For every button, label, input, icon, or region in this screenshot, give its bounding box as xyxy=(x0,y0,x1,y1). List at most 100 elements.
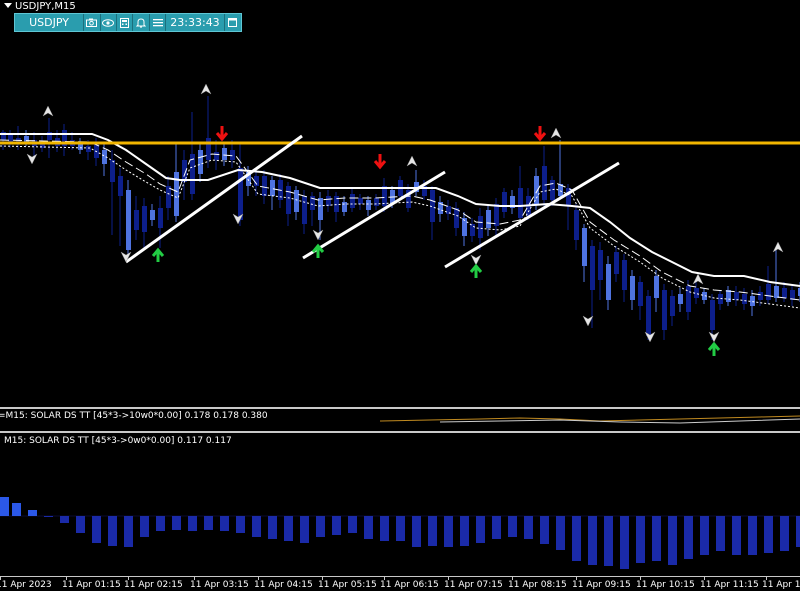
candle xyxy=(470,218,475,242)
candle xyxy=(198,142,203,182)
candle xyxy=(150,204,155,226)
candle xyxy=(238,144,243,226)
histogram-bar xyxy=(252,516,261,537)
histogram-bar xyxy=(124,516,133,547)
indicator2-histogram-panel[interactable] xyxy=(0,433,800,576)
histogram-bar xyxy=(700,516,709,555)
candle xyxy=(518,166,523,222)
candle xyxy=(190,112,195,200)
candle xyxy=(582,224,587,282)
histogram-bar xyxy=(572,516,581,561)
collapse-triangle-icon[interactable] xyxy=(4,3,12,8)
candle xyxy=(590,240,595,328)
menu-button[interactable] xyxy=(150,14,167,31)
buy-arrow-icon xyxy=(469,263,483,278)
candle xyxy=(126,180,131,258)
time-axis-label: 11 Apr 03:15 xyxy=(190,580,249,590)
alert-button[interactable] xyxy=(133,14,150,31)
candle xyxy=(62,124,67,156)
price-chart[interactable] xyxy=(0,0,800,407)
candle xyxy=(286,182,291,226)
symbol-selector[interactable]: USDJPY xyxy=(15,14,85,31)
candle xyxy=(134,196,139,240)
histogram-bar xyxy=(300,516,309,543)
histogram-bar xyxy=(588,516,597,565)
signal-marker xyxy=(772,241,784,253)
time-axis: 11 Apr 2023 11 Apr 01:15 11 Apr 02:15 11 Ap… xyxy=(0,576,800,591)
histogram-bar xyxy=(76,516,85,533)
candle xyxy=(270,176,275,210)
candle xyxy=(47,118,52,158)
candle xyxy=(326,190,331,212)
candle xyxy=(454,202,459,236)
candle xyxy=(78,138,83,154)
candle xyxy=(222,142,227,166)
candle xyxy=(446,200,451,220)
screenshot-button[interactable] xyxy=(84,14,101,31)
candle xyxy=(766,266,771,304)
histogram-bar xyxy=(444,516,453,547)
histogram-bar xyxy=(92,516,101,543)
visibility-button[interactable] xyxy=(101,14,117,31)
signal-marker xyxy=(470,254,482,266)
histogram-bar xyxy=(156,516,165,531)
candle xyxy=(32,132,37,158)
histogram-bar xyxy=(12,503,21,516)
candle xyxy=(598,242,603,300)
histogram-bar xyxy=(780,516,789,551)
time-axis-label: 11 Apr 06:15 xyxy=(380,580,439,590)
candle xyxy=(790,286,795,306)
histogram-bars xyxy=(0,497,800,569)
chart-title-text: USDJPY,M15 xyxy=(15,1,76,12)
histogram-bar xyxy=(204,516,213,530)
candles-layer xyxy=(1,96,800,340)
candle xyxy=(166,176,171,220)
candle xyxy=(358,194,363,210)
calculator-button[interactable] xyxy=(117,14,134,31)
indicator1-panel[interactable] xyxy=(0,409,800,431)
candle xyxy=(294,186,299,220)
histogram-bar xyxy=(748,516,757,555)
histogram-bar xyxy=(220,516,229,531)
candle xyxy=(638,276,643,320)
candle xyxy=(174,144,179,222)
histogram-bar xyxy=(764,516,773,553)
histogram-bar xyxy=(412,516,421,547)
calculator-icon xyxy=(120,17,130,28)
time-axis-label: 11 Apr 09:15 xyxy=(572,580,631,590)
candle xyxy=(486,204,491,236)
trendline-2 xyxy=(302,170,446,260)
signal-marker xyxy=(42,105,54,117)
candle xyxy=(542,146,547,206)
signal-marker xyxy=(406,155,418,167)
candle xyxy=(774,250,779,302)
list-icon xyxy=(152,19,163,27)
candle xyxy=(278,174,283,208)
histogram-bar xyxy=(188,516,197,531)
histogram-bar xyxy=(380,516,389,541)
candle xyxy=(206,96,211,168)
server-clock: 23:33:43 xyxy=(166,14,225,31)
histogram-bar xyxy=(284,516,293,541)
histogram-bar xyxy=(0,497,9,516)
sell-arrow-icon xyxy=(533,126,547,142)
histogram-bar xyxy=(636,516,645,563)
eye-icon xyxy=(102,18,115,27)
candle xyxy=(718,290,723,310)
bell-icon xyxy=(136,17,147,28)
histogram-bar xyxy=(492,516,501,539)
histogram-bar xyxy=(364,516,373,539)
signal-marker xyxy=(200,83,212,95)
window-button[interactable] xyxy=(225,14,241,31)
candle xyxy=(606,256,611,310)
candle xyxy=(366,196,371,216)
histogram-bar xyxy=(668,516,677,565)
candle xyxy=(678,288,683,312)
histogram-bar xyxy=(604,516,613,566)
signal-marker xyxy=(708,331,720,343)
buy-arrow-icon xyxy=(151,247,165,262)
histogram-bar xyxy=(508,516,517,537)
signal-marker xyxy=(312,229,324,241)
time-axis-label: 11 Apr 2023 xyxy=(0,580,52,590)
candle xyxy=(694,280,699,304)
